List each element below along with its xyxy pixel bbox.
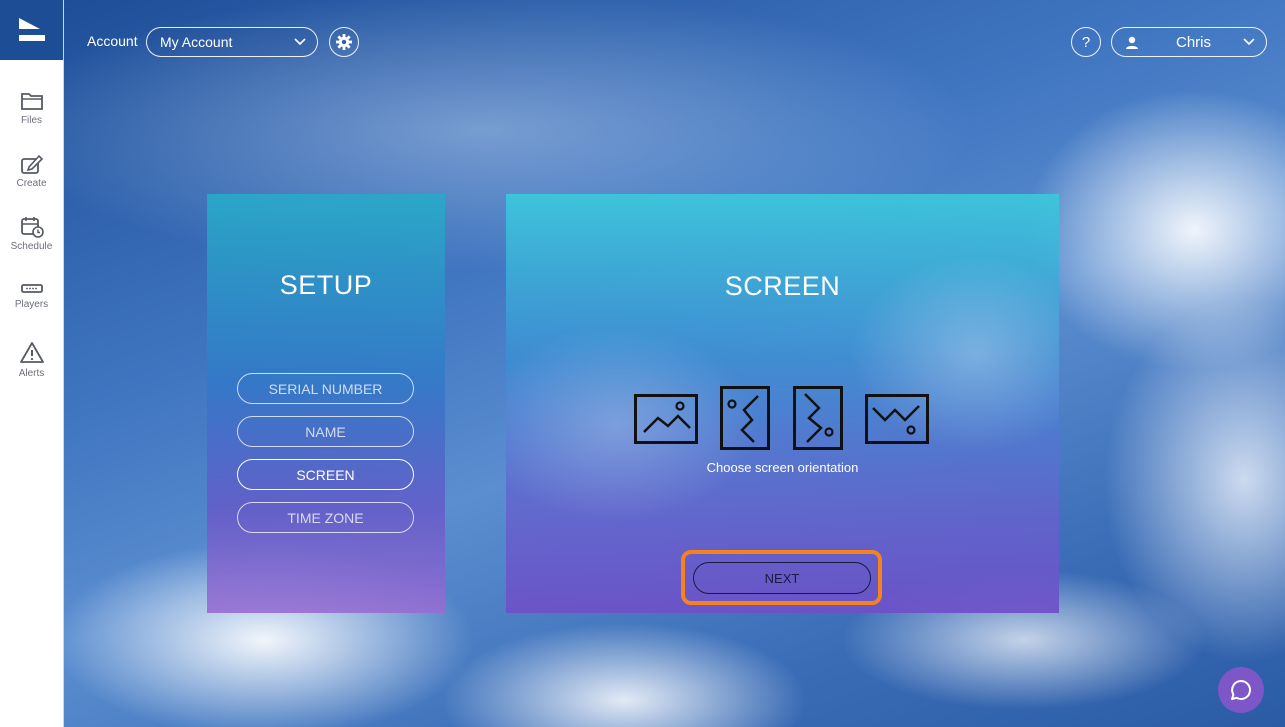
setup-panel: SETUP SERIAL NUMBER NAME SCREEN TIME ZON… <box>207 194 445 613</box>
sidebar-item-schedule[interactable]: Schedule <box>0 216 63 252</box>
step-serial-number[interactable]: SERIAL NUMBER <box>237 373 414 404</box>
user-menu[interactable]: Chris <box>1111 27 1267 57</box>
sidebar: Files Create Schedule Players Alerts <box>0 0 64 727</box>
screen-title: SCREEN <box>724 271 841 301</box>
landscape-orientation-icon[interactable] <box>634 394 698 444</box>
step-time-zone[interactable]: TIME ZONE <box>237 502 414 533</box>
portrait-left-orientation-icon[interactable] <box>720 386 770 450</box>
user-name: Chris <box>1176 34 1212 51</box>
step-screen[interactable]: SCREEN <box>237 459 414 490</box>
logo-icon <box>18 18 45 41</box>
help-button[interactable]: ? <box>1071 27 1101 57</box>
sidebar-item-label: Files <box>20 115 43 126</box>
app-logo[interactable] <box>0 0 63 60</box>
account-label: Account <box>87 33 138 49</box>
account-select[interactable]: My Account <box>146 27 318 57</box>
sidebar-item-label: Schedule <box>10 241 53 252</box>
chat-icon <box>1231 680 1251 700</box>
calendar-clock-icon <box>20 217 44 238</box>
sidebar-item-players[interactable]: Players <box>0 282 63 310</box>
screen-panel: SCREEN Choose screen orientation NEXT <box>506 194 1059 613</box>
sidebar-item-label: Players <box>14 299 49 310</box>
chat-button[interactable] <box>1218 667 1264 713</box>
orientation-caption: Choose screen orientation <box>706 460 859 475</box>
chevron-down-icon <box>1243 38 1255 46</box>
landscape-flipped-orientation-icon[interactable] <box>865 394 929 444</box>
user-icon <box>1126 36 1138 49</box>
help-label: ? <box>1081 33 1091 51</box>
player-device-icon <box>20 284 43 293</box>
account-select-value: My Account <box>160 34 233 50</box>
gear-icon <box>336 34 352 50</box>
warning-icon <box>19 342 44 363</box>
settings-button[interactable] <box>329 27 359 57</box>
sidebar-item-files[interactable]: Files <box>0 90 63 126</box>
chevron-down-icon <box>294 38 306 46</box>
edit-icon <box>20 154 43 174</box>
folder-icon <box>20 93 43 110</box>
sidebar-item-label: Alerts <box>18 368 45 379</box>
step-name[interactable]: NAME <box>237 416 414 447</box>
sidebar-item-alerts[interactable]: Alerts <box>0 341 63 379</box>
next-button[interactable]: NEXT <box>693 562 871 594</box>
sidebar-item-label: Create <box>16 178 47 189</box>
portrait-right-orientation-icon[interactable] <box>793 386 843 450</box>
sidebar-item-create[interactable]: Create <box>0 153 63 189</box>
setup-title: SETUP <box>279 270 373 300</box>
